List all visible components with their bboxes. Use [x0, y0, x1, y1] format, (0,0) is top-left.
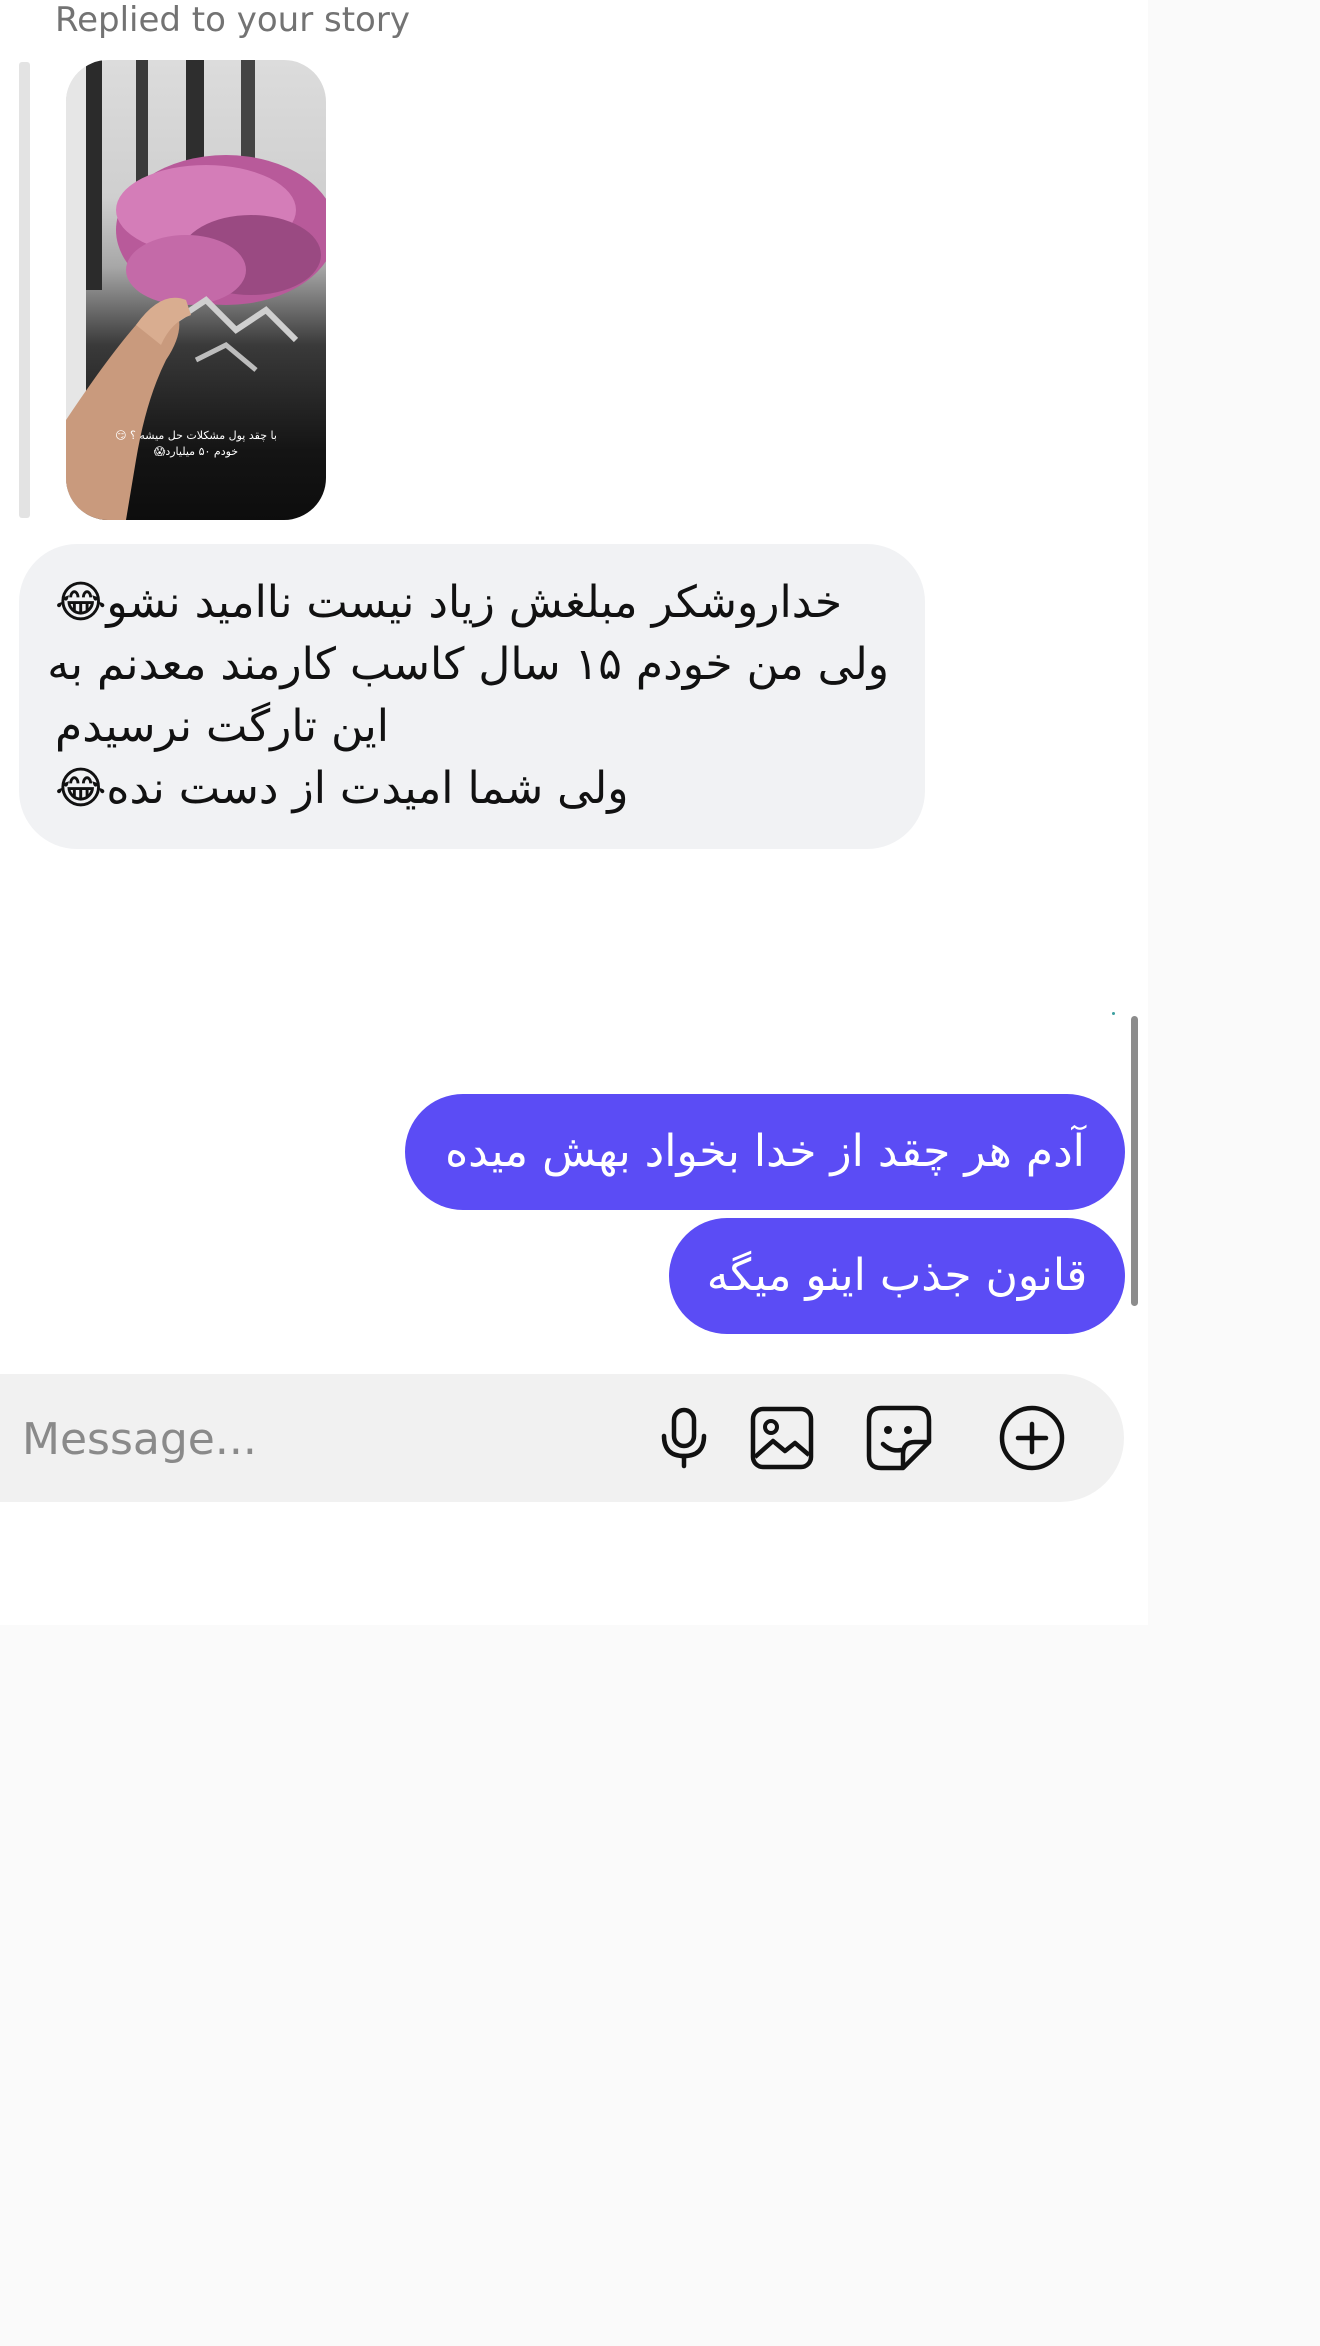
reply-quote-bar — [19, 62, 30, 518]
scrollbar[interactable] — [1131, 1016, 1138, 1306]
message-line: ولی شما امیدت از دست نده😂 — [55, 763, 629, 814]
sent-message-bubble[interactable]: آدم هر چقد از خدا بخواد بهش میده — [405, 1094, 1125, 1210]
message-line: خداروشکر مبلغش زیاد نیست ناامید نشو😂 — [55, 577, 843, 628]
sticker-icon[interactable] — [855, 1394, 943, 1482]
story-thumbnail[interactable]: با چقد پول مشکلات حل میشه ؟ 😏 خودم ۵۰ می… — [66, 60, 326, 520]
story-caption: با چقد پول مشکلات حل میشه ؟ 😏 خودم ۵۰ می… — [66, 428, 326, 460]
story-caption-line: خودم ۵۰ میلیارد😱 — [153, 445, 239, 458]
reply-context-label: Replied to your story — [55, 0, 410, 40]
microphone-icon[interactable] — [640, 1394, 728, 1482]
chat-thread: Replied to your story با چقد پول مشکلات … — [0, 0, 1148, 1625]
received-message-bubble[interactable]: خداروشکر مبلغش زیاد نیست ناامید نشو😂 ولی… — [19, 544, 925, 849]
add-icon[interactable] — [988, 1394, 1076, 1482]
story-caption-line: با چقد پول مشکلات حل میشه ؟ 😏 — [115, 429, 277, 442]
message-line: این تارگت نرسیدم — [55, 701, 389, 752]
typing-indicator-dot — [1112, 1012, 1115, 1015]
sent-message-bubble[interactable]: قانون جذب اینو میگه — [669, 1218, 1125, 1334]
image-icon[interactable] — [738, 1394, 826, 1482]
message-input[interactable] — [20, 1404, 584, 1474]
message-line: ولی من خودم ۱۵ سال کاسب کارمند معدنم به — [47, 639, 889, 690]
message-composer — [0, 1374, 1124, 1502]
